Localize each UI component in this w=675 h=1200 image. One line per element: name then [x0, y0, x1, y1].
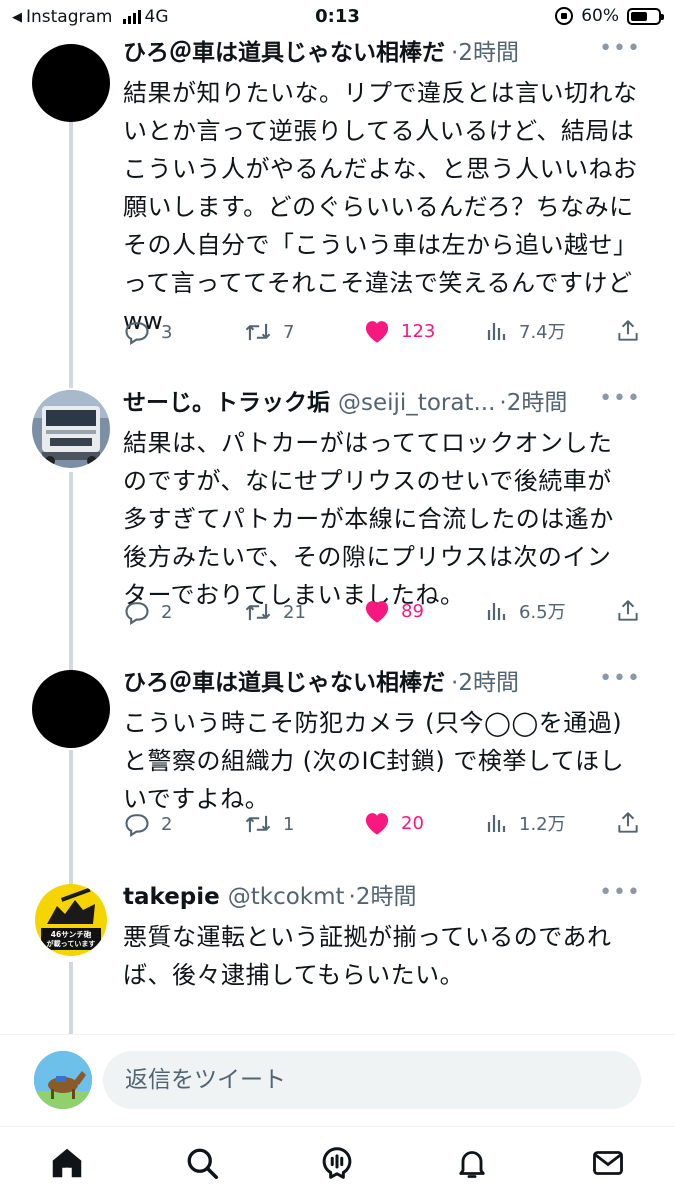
- view-count: 6.5万: [519, 602, 566, 623]
- tweet-text: 悪質な運転という証拠が揃っているのであれ ば、後々逮捕してもらいたい。 逮捕状持…: [123, 923, 612, 989]
- like-button[interactable]: 89: [363, 598, 424, 624]
- share-icon: [618, 320, 638, 341]
- timestamp[interactable]: 2時間: [458, 36, 519, 70]
- share-button[interactable]: [615, 598, 641, 624]
- more-options-icon[interactable]: •••: [599, 880, 641, 905]
- reply-icon: [125, 814, 149, 838]
- nav-messages[interactable]: [586, 1141, 630, 1185]
- reply-thread: ひろ＠車は道具じゃない相棒だ · 2時間 ••• 結果が知りたいな。リプで違反と…: [0, 36, 675, 1034]
- like-count: 20: [401, 812, 424, 834]
- reply-count: 2: [161, 601, 173, 623]
- tweet-text: こういう時こそ防犯カメラ (只今◯◯を通過) と警察の組織力 (次のIC封鎖) …: [123, 709, 625, 813]
- notifications-icon: [459, 1151, 485, 1178]
- avatar[interactable]: [32, 44, 110, 122]
- reply-button[interactable]: 2: [123, 810, 172, 838]
- bottom-navigation: [0, 1126, 675, 1200]
- nav-home[interactable]: [45, 1141, 89, 1185]
- separator-dot: ·: [451, 670, 459, 696]
- tweet[interactable]: 46サンチ砲 が載っています takepie @tkcokmt · 2時間 ••…: [0, 880, 675, 1034]
- search-icon: [187, 1148, 219, 1180]
- display-name[interactable]: せーじ。トラック垢: [123, 386, 330, 420]
- more-options-icon[interactable]: •••: [599, 386, 641, 411]
- retweet-count: 7: [283, 321, 295, 343]
- reply-icon: [125, 602, 149, 626]
- views-button[interactable]: 6.5万: [485, 598, 566, 624]
- own-avatar[interactable]: [34, 1051, 92, 1109]
- views-button[interactable]: 7.4万: [485, 318, 566, 344]
- more-options-icon[interactable]: •••: [599, 36, 641, 61]
- reply-count: 2: [161, 813, 173, 835]
- like-count: 89: [401, 600, 424, 622]
- home-icon: [52, 1148, 82, 1178]
- avatar[interactable]: 46サンチ砲 が載っています: [35, 884, 107, 956]
- battery-percent: 60%: [581, 6, 619, 26]
- timestamp[interactable]: 2時間: [356, 880, 417, 914]
- like-button[interactable]: 20: [363, 810, 424, 836]
- nav-search[interactable]: [180, 1141, 224, 1185]
- sticker-avatar: 46サンチ砲 が載っています: [35, 884, 107, 956]
- battery-icon: [627, 7, 664, 25]
- reply-count: 3: [161, 321, 173, 343]
- truck-photo: [32, 390, 110, 468]
- retweet-icon: [245, 323, 271, 341]
- display-name[interactable]: ひろ＠車は道具じゃない相棒だ: [123, 666, 445, 700]
- svg-text:が載っています: が載っています: [47, 939, 96, 948]
- nav-notifications[interactable]: [450, 1141, 494, 1185]
- tweet-actions: 2 21 89 6.5万: [123, 598, 643, 634]
- retweet-button[interactable]: 21: [243, 598, 306, 626]
- avatar[interactable]: [32, 390, 110, 468]
- view-count: 1.2万: [519, 814, 566, 835]
- avatar[interactable]: [32, 670, 110, 748]
- retweet-button[interactable]: 7: [243, 318, 294, 346]
- view-count: 7.4万: [519, 322, 566, 343]
- views-icon: [487, 603, 506, 620]
- retweet-button[interactable]: 1: [243, 810, 294, 838]
- tweet[interactable]: ひろ＠車は道具じゃない相棒だ · 2時間 ••• 結果が知りたいな。リプで違反と…: [0, 36, 675, 386]
- views-icon: [487, 815, 506, 832]
- horse-avatar: [34, 1051, 92, 1109]
- user-handle[interactable]: @tkcokmt: [228, 880, 345, 914]
- reply-icon: [125, 322, 149, 346]
- display-name[interactable]: takepie: [123, 880, 220, 914]
- retweet-icon: [245, 603, 271, 621]
- tweet-actions: 2 1 20 1.2万: [123, 810, 643, 846]
- share-icon: [618, 812, 638, 833]
- heart-filled-icon: [365, 813, 389, 835]
- separator-dot: ·: [348, 884, 356, 910]
- like-button[interactable]: 123: [363, 318, 435, 344]
- tweet-text: 結果は、パトカーがはっててロックオンした のですが、なにせプリウスのせいで後続車…: [123, 429, 614, 609]
- display-name[interactable]: ひろ＠車は道具じゃない相棒だ: [123, 36, 445, 70]
- tweet[interactable]: ひろ＠車は道具じゃない相棒だ · 2時間 ••• こういう時こそ防犯カメラ (只…: [0, 666, 675, 880]
- tweet[interactable]: せーじ。トラック垢 @seiji_torat... · 2時間 ••• 結果は、…: [0, 386, 675, 666]
- separator-dot: ·: [499, 390, 507, 416]
- reply-composer: [0, 1034, 675, 1126]
- share-icon: [618, 600, 638, 621]
- messages-icon: [593, 1151, 623, 1175]
- svg-text:46サンチ砲: 46サンチ砲: [51, 929, 92, 939]
- views-icon: [487, 323, 506, 340]
- tweet-actions: 3 7 123 7.4万: [123, 318, 643, 354]
- more-options-icon[interactable]: •••: [599, 666, 641, 691]
- orientation-lock-icon: [555, 7, 574, 25]
- retweet-icon: [245, 815, 271, 833]
- retweet-count: 1: [283, 813, 295, 835]
- timestamp[interactable]: 2時間: [458, 666, 519, 700]
- user-handle[interactable]: @seiji_torat...: [338, 386, 495, 420]
- views-button[interactable]: 1.2万: [485, 810, 566, 836]
- retweet-count: 21: [283, 601, 306, 623]
- reply-button[interactable]: 3: [123, 318, 172, 346]
- like-count: 123: [401, 320, 436, 342]
- reply-button[interactable]: 2: [123, 598, 172, 626]
- separator-dot: ·: [451, 40, 459, 66]
- timestamp[interactable]: 2時間: [507, 386, 568, 420]
- heart-filled-icon: [365, 321, 389, 343]
- status-bar: ◀ Instagram 4G 0:13 60%: [0, 0, 675, 36]
- nav-spaces[interactable]: [315, 1141, 359, 1185]
- reply-input[interactable]: [103, 1051, 641, 1109]
- share-button[interactable]: [615, 318, 641, 344]
- share-button[interactable]: [615, 810, 641, 836]
- heart-filled-icon: [365, 601, 389, 623]
- tweet-text: 結果が知りたいな。リプで違反とは言い切れな いとか言って逆張りしてる人いるけど、…: [123, 79, 638, 335]
- spaces-icon: [322, 1147, 352, 1179]
